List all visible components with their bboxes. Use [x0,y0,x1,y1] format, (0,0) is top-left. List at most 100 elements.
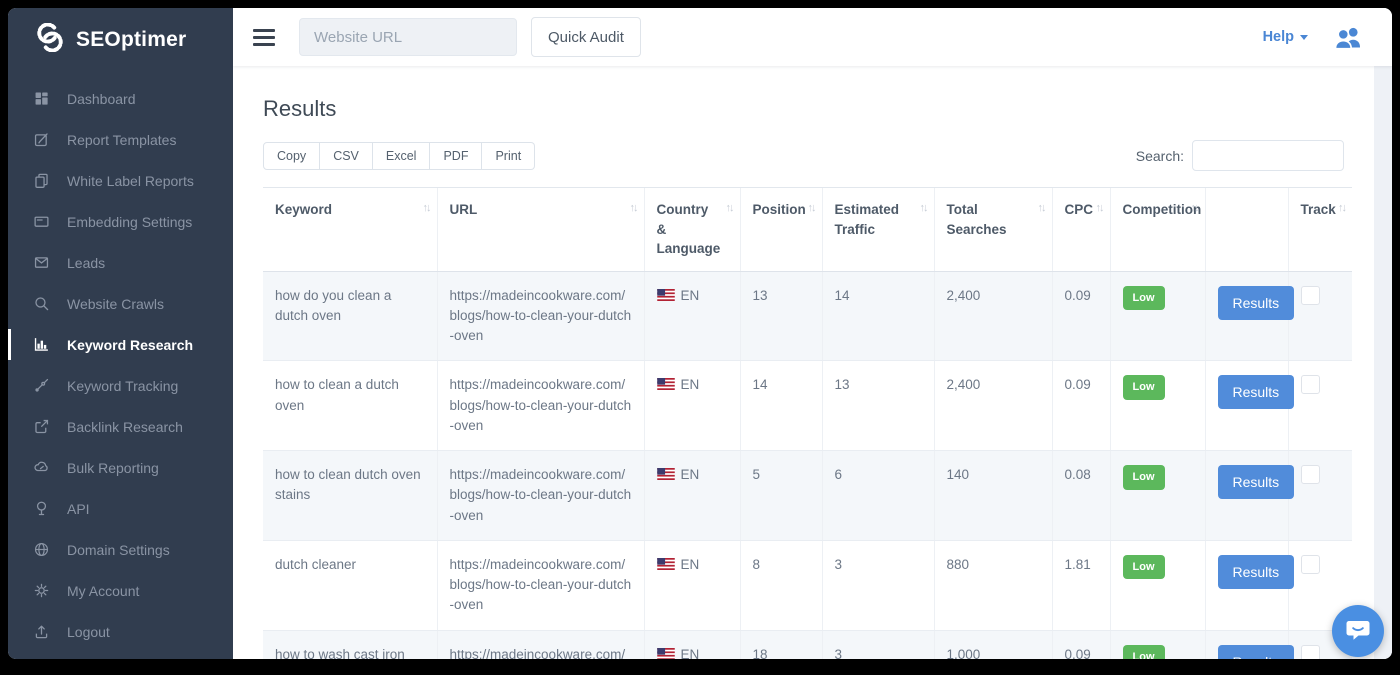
help-label: Help [1263,29,1294,45]
csv-button[interactable]: CSV [320,142,373,170]
page-title: Results [263,96,1344,122]
competition-badge: Low [1123,286,1165,311]
track-checkbox[interactable] [1301,375,1320,394]
track-checkbox[interactable] [1301,645,1320,659]
sidebar-item-keyword-tracking[interactable]: Keyword Tracking [8,365,233,406]
table-header-row: Keyword↑↓ URL↑↓ Country & Language↑↓ Pos… [263,188,1352,272]
menu-toggle-button[interactable] [251,21,277,54]
search-input[interactable] [1192,140,1344,171]
sidebar-item-label: Website Crawls [67,296,164,312]
col-url[interactable]: URL↑↓ [437,188,644,272]
quick-audit-button[interactable]: Quick Audit [531,17,641,57]
col-position[interactable]: Position↑↓ [740,188,822,272]
users-icon[interactable] [1332,25,1364,50]
sidebar-item-dashboard[interactable]: Dashboard [8,78,233,119]
sidebar-item-label: Bulk Reporting [67,460,159,476]
brand-logo[interactable]: SEOptimer [8,8,233,64]
competition-cell: Low [1110,271,1205,361]
url-cell: https://madeincookware.com/blogs/how-to-… [437,271,644,361]
dashboard-icon [32,89,51,108]
results-button[interactable]: Results [1218,555,1295,589]
col-total-searches[interactable]: Total Searches↑↓ [934,188,1052,272]
content-area: Results Copy CSV Excel PDF Print Search: [233,66,1392,659]
sidebar-item-logout[interactable]: Logout [8,611,233,652]
my-account-icon [32,581,51,600]
table-search: Search: [1136,140,1344,171]
results-cell: Results [1205,451,1288,541]
competition-cell: Low [1110,630,1205,659]
chat-widget-button[interactable] [1332,605,1384,657]
seoptimer-gear-icon [34,23,66,57]
sidebar-item-domain-settings[interactable]: Domain Settings [8,529,233,570]
sidebar-item-embedding-settings[interactable]: Embedding Settings [8,201,233,242]
topbar: Quick Audit Help [233,8,1392,66]
results-button[interactable]: Results [1218,286,1295,320]
bulk-reporting-icon [32,458,51,477]
main-area: Quick Audit Help Results [233,8,1392,659]
us-flag-icon [657,466,675,486]
country-cell: EN [644,630,740,659]
col-country-language[interactable]: Country & Language↑↓ [644,188,740,272]
sort-icon: ↑↓ [808,201,815,217]
url-cell: https://madeincookware.com/blogs/how-to-… [437,630,644,659]
sidebar-item-website-crawls[interactable]: Website Crawls [8,283,233,324]
sidebar-item-label: Dashboard [67,91,136,107]
position-cell: 18 [740,630,822,659]
competition-cell: Low [1110,540,1205,630]
sidebar-item-backlink-research[interactable]: Backlink Research [8,406,233,447]
results-button[interactable]: Results [1218,645,1295,659]
sidebar-item-white-label-reports[interactable]: White Label Reports [8,160,233,201]
col-estimated-traffic[interactable]: Estimated Traffic↑↓ [822,188,934,272]
track-checkbox[interactable] [1301,555,1320,574]
leads-icon [32,253,51,272]
position-cell: 14 [740,361,822,451]
sidebar-item-keyword-research[interactable]: Keyword Research [8,324,233,365]
sort-icon: ↑↓ [1338,201,1345,217]
language-label: EN [681,557,700,572]
sidebar-item-api[interactable]: API [8,488,233,529]
track-cell [1288,361,1352,451]
backlink-research-icon [32,417,51,436]
sidebar-item-report-templates[interactable]: Report Templates [8,119,233,160]
keyword-cell: how to wash cast iron dutch oven [263,630,437,659]
col-track[interactable]: Track↑↓ [1288,188,1352,272]
keyword-cell: dutch cleaner [263,540,437,630]
cpc-cell: 0.08 [1052,451,1110,541]
logout-icon [32,622,51,641]
traffic-cell: 3 [822,630,934,659]
keyword-research-icon [32,335,51,354]
track-checkbox[interactable] [1301,465,1320,484]
col-keyword[interactable]: Keyword↑↓ [263,188,437,272]
searches-cell: 880 [934,540,1052,630]
help-dropdown[interactable]: Help [1263,29,1308,45]
col-cpc[interactable]: CPC↑↓ [1052,188,1110,272]
position-cell: 13 [740,271,822,361]
website-url-input[interactable] [299,18,517,56]
track-cell [1288,271,1352,361]
searches-cell: 2,400 [934,361,1052,451]
searches-cell: 1,000 [934,630,1052,659]
domain-settings-icon [32,540,51,559]
sidebar-item-leads[interactable]: Leads [8,242,233,283]
table-row: how to wash cast iron dutch oven https:/… [263,630,1352,659]
results-cell: Results [1205,540,1288,630]
country-cell: EN [644,271,740,361]
competition-badge: Low [1123,375,1165,400]
competition-badge: Low [1123,555,1165,580]
copy-button[interactable]: Copy [263,142,320,170]
print-button[interactable]: Print [482,142,535,170]
results-button[interactable]: Results [1218,465,1295,499]
sidebar-item-my-account[interactable]: My Account [8,570,233,611]
results-button[interactable]: Results [1218,375,1295,409]
competition-cell: Low [1110,361,1205,451]
pdf-button[interactable]: PDF [430,142,482,170]
sidebar-item-label: White Label Reports [67,173,194,189]
col-competition[interactable]: Competition↑↓ [1110,188,1205,272]
sidebar-item-bulk-reporting[interactable]: Bulk Reporting [8,447,233,488]
results-cell: Results [1205,271,1288,361]
website-crawls-icon [32,294,51,313]
position-cell: 5 [740,451,822,541]
sort-icon: ↑↓ [1038,201,1045,217]
excel-button[interactable]: Excel [373,142,431,170]
track-checkbox[interactable] [1301,286,1320,305]
